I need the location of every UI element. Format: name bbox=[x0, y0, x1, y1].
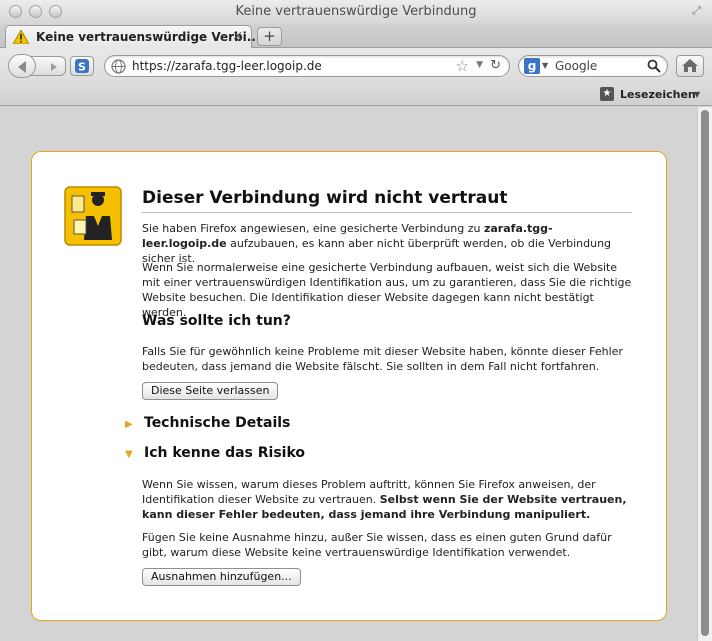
history-dropdown-icon[interactable]: ▼ bbox=[476, 60, 483, 70]
bookmark-star-icon[interactable]: ☆ bbox=[456, 57, 469, 75]
chevron-down-icon[interactable]: ▼ bbox=[694, 90, 700, 99]
page-content: Dieser Verbindung wird nicht vertraut Si… bbox=[0, 107, 697, 641]
window-title: Keine vertrauenswürdige Verbindung bbox=[235, 4, 477, 19]
navigation-bar: S https://zarafa.tgg-leer.logoip.de ☆ ▼ … bbox=[0, 48, 712, 84]
back-arrow-icon bbox=[18, 61, 26, 73]
what-to-do-text: Falls Sie für gewöhnlich keine Probleme … bbox=[142, 345, 623, 373]
bookmarks-toolbar: ★ Lesezeichen ▼ bbox=[0, 84, 712, 106]
search-input[interactable]: Google bbox=[555, 59, 597, 73]
search-bar[interactable]: g ▼ Google bbox=[518, 55, 668, 77]
back-button[interactable] bbox=[8, 54, 36, 78]
intro-text-before: Sie haben Firefox angewiesen, eine gesic… bbox=[142, 222, 484, 235]
tab-strip: Keine vertrauenswürdige Verbi... × + bbox=[0, 24, 712, 49]
leave-page-button[interactable]: Diese Seite verlassen bbox=[142, 382, 279, 400]
globe-icon[interactable] bbox=[111, 59, 126, 74]
tab-active[interactable]: Keine vertrauenswürdige Verbi... × bbox=[5, 25, 260, 49]
bookmarks-star-icon[interactable]: ★ bbox=[600, 87, 614, 101]
back-forward-group bbox=[8, 54, 66, 78]
certificate-officer-icon bbox=[64, 186, 122, 246]
reload-icon[interactable]: ↻ bbox=[490, 58, 501, 73]
explanation-paragraph: Wenn Sie normalerweise eine gesicherte V… bbox=[142, 261, 632, 319]
title-bar: Keine vertrauenswürdige Verbindung ⤢ bbox=[0, 0, 712, 24]
bookmarks-menu-button[interactable]: Lesezeichen bbox=[620, 88, 696, 101]
risk-section-toggle[interactable]: Ich kenne das Risiko bbox=[144, 445, 305, 461]
url-text: https://zarafa.tgg-leer.logoip.de bbox=[132, 59, 322, 73]
google-icon[interactable]: g bbox=[524, 58, 540, 74]
risk-paragraph: Wenn Sie wissen, warum dieses Problem au… bbox=[142, 477, 632, 522]
home-button[interactable] bbox=[676, 55, 704, 77]
home-icon bbox=[682, 59, 698, 72]
warning-icon bbox=[13, 30, 29, 44]
exception-note: Fügen Sie keine Ausnahme hinzu, außer Si… bbox=[142, 531, 612, 559]
collapse-triangle-icon[interactable]: ▼ bbox=[125, 449, 133, 460]
error-panel: Dieser Verbindung wird nicht vertraut Si… bbox=[31, 151, 667, 621]
tab-title: Keine vertrauenswürdige Verbi... bbox=[36, 30, 261, 44]
what-to-do-heading: Was sollte ich tun? bbox=[142, 313, 291, 329]
fullscreen-icon[interactable]: ⤢ bbox=[692, 5, 704, 17]
search-engine-dropdown-icon[interactable]: ▼ bbox=[542, 61, 548, 70]
new-tab-button[interactable]: + bbox=[257, 27, 282, 46]
expand-triangle-icon[interactable]: ▶ bbox=[125, 419, 133, 430]
search-icon[interactable] bbox=[647, 59, 661, 73]
scrollbar-thumb[interactable] bbox=[701, 110, 709, 636]
s-icon: S bbox=[75, 59, 89, 74]
add-exception-button[interactable]: Ausnahmen hinzufügen... bbox=[142, 568, 301, 586]
close-tab-icon[interactable]: × bbox=[232, 29, 243, 44]
vertical-scrollbar[interactable] bbox=[697, 107, 712, 641]
svg-text:S: S bbox=[78, 61, 86, 74]
address-bar[interactable]: https://zarafa.tgg-leer.logoip.de ☆ ▼ ↻ bbox=[104, 55, 510, 77]
sync-button[interactable]: S bbox=[70, 56, 94, 76]
technical-details-toggle[interactable]: Technische Details bbox=[144, 415, 290, 431]
page-title: Dieser Verbindung wird nicht vertraut bbox=[142, 188, 632, 213]
